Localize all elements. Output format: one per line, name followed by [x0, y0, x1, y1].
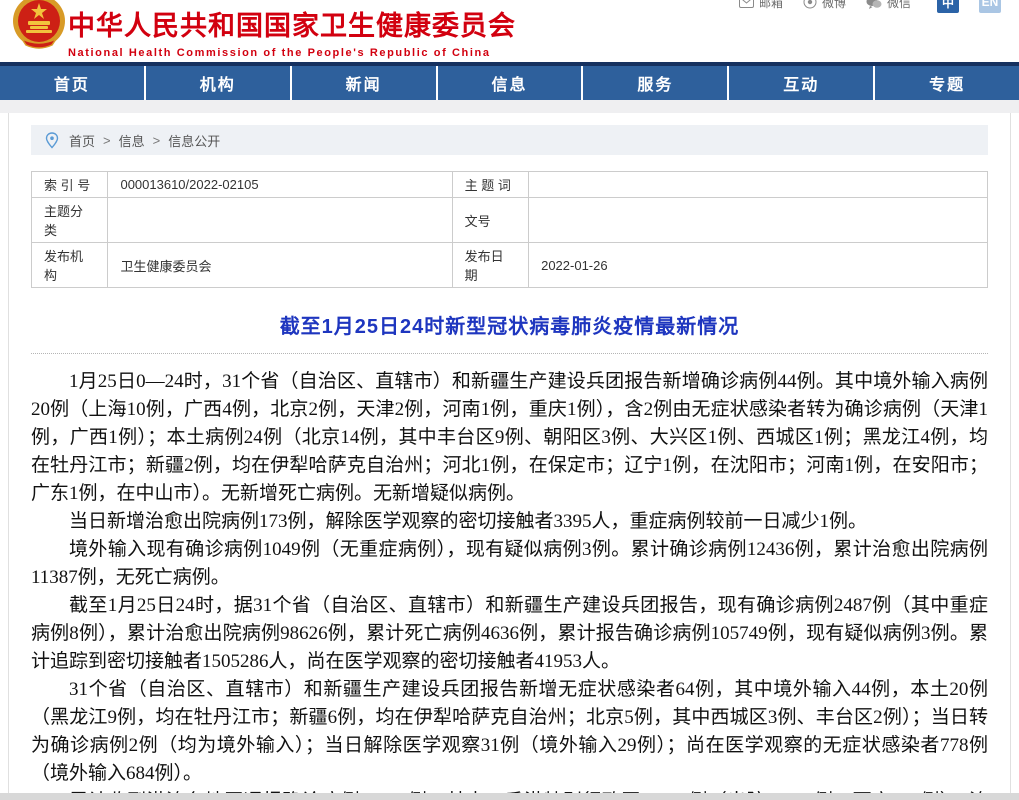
breadcrumb-information[interactable]: 信息: [119, 131, 145, 150]
meta-value-category: [108, 198, 452, 243]
weibo-label: 微博: [822, 0, 846, 11]
article-paragraph: 当日新增治愈出院病例173例，解除医学观察的密切接触者3395人，重症病例较前一…: [31, 508, 988, 536]
article-paragraph: 31个省（自治区、直辖市）和新疆生产建设兵团报告新增无症状感染者64例，其中境外…: [31, 676, 988, 788]
table-row: 索 引 号 000013610/2022-02105 主 题 词: [32, 172, 988, 198]
lang-chinese-button[interactable]: 中: [937, 0, 959, 13]
mail-label: 邮箱: [759, 0, 783, 11]
meta-value-doc-number: [529, 198, 988, 243]
national-emblem-logo[interactable]: [12, 0, 66, 53]
mail-link[interactable]: 邮箱: [739, 0, 783, 11]
nav-item-information[interactable]: 信息: [438, 66, 584, 100]
dotted-divider: [31, 353, 988, 354]
breadcrumb-separator: >: [153, 133, 161, 148]
nav-item-topics[interactable]: 专题: [875, 66, 1019, 100]
table-row: 发布机构 卫生健康委员会 发布日期 2022-01-26: [32, 243, 988, 288]
content-container: 首页 > 信息 > 信息公开 索 引 号 000013610/2022-0210…: [8, 113, 1011, 793]
meta-value-subject-words: [529, 172, 988, 198]
nav-item-home[interactable]: 首页: [0, 66, 146, 100]
meta-label-subject-words: 主 题 词: [452, 172, 528, 198]
wechat-label: 微信: [887, 0, 911, 11]
breadcrumb-home[interactable]: 首页: [69, 131, 95, 150]
article-paragraph: 1月25日0—24时，31个省（自治区、直辖市）和新疆生产建设兵团报告新增确诊病…: [31, 368, 988, 508]
site-subtitle: National Health Commission of the People…: [68, 47, 516, 59]
meta-label-publisher: 发布机构: [32, 243, 108, 288]
page-divider-strip: [0, 100, 1019, 113]
table-row: 主题分类 文号: [32, 198, 988, 243]
nav-item-news[interactable]: 新闻: [292, 66, 438, 100]
site-title: 中华人民共和国国家卫生健康委员会: [68, 4, 516, 43]
document-meta-table: 索 引 号 000013610/2022-02105 主 题 词 主题分类 文号…: [31, 171, 988, 288]
location-pin-icon: [45, 132, 59, 149]
breadcrumb-info-disclosure: 信息公开: [168, 131, 220, 150]
meta-label-publish-date: 发布日期: [452, 243, 528, 288]
article-paragraph: 截至1月25日24时，据31个省（自治区、直辖市）和新疆生产建设兵团报告，现有确…: [31, 592, 988, 676]
weibo-icon: [803, 0, 817, 9]
meta-value-publish-date: 2022-01-26: [529, 243, 988, 288]
meta-label-doc-number: 文号: [452, 198, 528, 243]
nav-item-services[interactable]: 服务: [583, 66, 729, 100]
breadcrumb: 首页 > 信息 > 信息公开: [31, 125, 988, 155]
site-header: 中华人民共和国国家卫生健康委员会 National Health Commiss…: [0, 0, 1019, 62]
nav-item-interaction[interactable]: 互动: [729, 66, 875, 100]
nav-item-organization[interactable]: 机构: [146, 66, 292, 100]
meta-label-category: 主题分类: [32, 198, 108, 243]
wechat-icon: [866, 0, 882, 9]
header-quick-links: 邮箱 微博 微信 中 EN: [739, 0, 1001, 13]
meta-label-index-number: 索 引 号: [32, 172, 108, 198]
page-bottom-strip: [0, 793, 1019, 800]
breadcrumb-separator: >: [103, 133, 111, 148]
main-nav: 首页 机构 新闻 信息 服务 互动 专题: [0, 62, 1019, 100]
meta-value-publisher: 卫生健康委员会: [108, 243, 452, 288]
article-title: 截至1月25日24时新型冠状病毒肺炎疫情最新情况: [31, 310, 988, 339]
lang-english-button[interactable]: EN: [979, 0, 1001, 13]
article-paragraph: 境外输入现有确诊病例1049例（无重症病例），现有疑似病例3例。累计确诊病例12…: [31, 536, 988, 592]
wechat-link[interactable]: 微信: [866, 0, 911, 11]
article-body: 1月25日0—24时，31个省（自治区、直辖市）和新疆生产建设兵团报告新增确诊病…: [31, 368, 988, 800]
mail-icon: [739, 0, 754, 8]
meta-value-index-number: 000013610/2022-02105: [108, 172, 452, 198]
weibo-link[interactable]: 微博: [803, 0, 846, 11]
